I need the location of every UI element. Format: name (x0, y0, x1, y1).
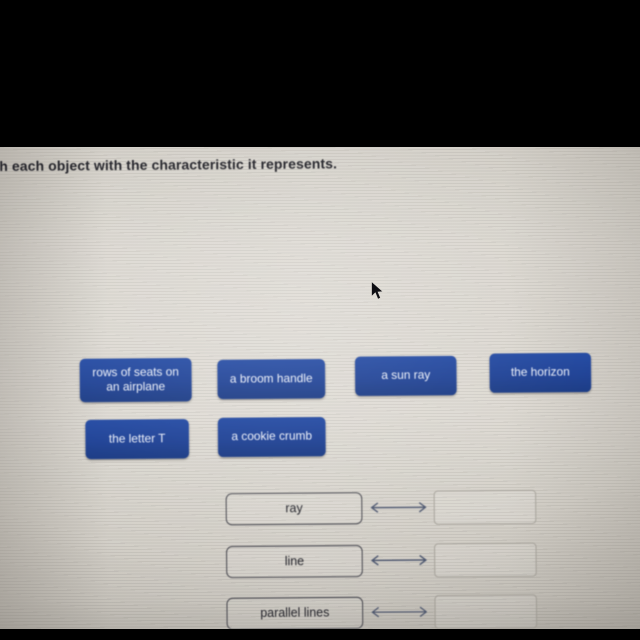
term-box-parallel-lines: parallel lines (226, 596, 364, 630)
tile-a-cookie-crumb[interactable]: a cookie crumb (217, 416, 326, 458)
double-arrow-icon (367, 551, 431, 570)
worksheet-content: atch each object with the characteristic… (0, 135, 640, 640)
double-arrow-icon (366, 498, 430, 517)
term-box-line: line (226, 544, 363, 578)
instruction-text: atch each object with the characteristic… (0, 156, 338, 175)
term-box-ray: ray (225, 491, 363, 525)
screenshot-root: atch each object with the characteristic… (0, 0, 640, 640)
double-arrow-icon (367, 602, 431, 621)
letterbox-bottom (0, 629, 640, 640)
tile-rows-of-seats-on-an-airplane[interactable]: rows of seats on an airplane (79, 357, 192, 403)
tile-a-broom-handle[interactable]: a broom handle (217, 358, 326, 400)
tile-the-letter-t[interactable]: the letter T (85, 419, 190, 460)
match-row-line: line (226, 542, 542, 580)
letterbox-top (0, 0, 640, 147)
tile-the-horizon[interactable]: the horizon (489, 352, 592, 393)
match-row-ray: ray (225, 489, 542, 527)
mouse-pointer-icon (371, 280, 385, 301)
match-row-parallel-lines: parallel lines (226, 593, 542, 631)
tile-a-sun-ray[interactable]: a sun ray (354, 355, 457, 397)
answer-drop-zone-parallel-lines[interactable] (434, 593, 538, 629)
worksheet-photo: atch each object with the characteristic… (0, 134, 640, 640)
answer-drop-zone-ray[interactable] (433, 489, 537, 525)
answer-drop-zone-line[interactable] (434, 542, 537, 578)
